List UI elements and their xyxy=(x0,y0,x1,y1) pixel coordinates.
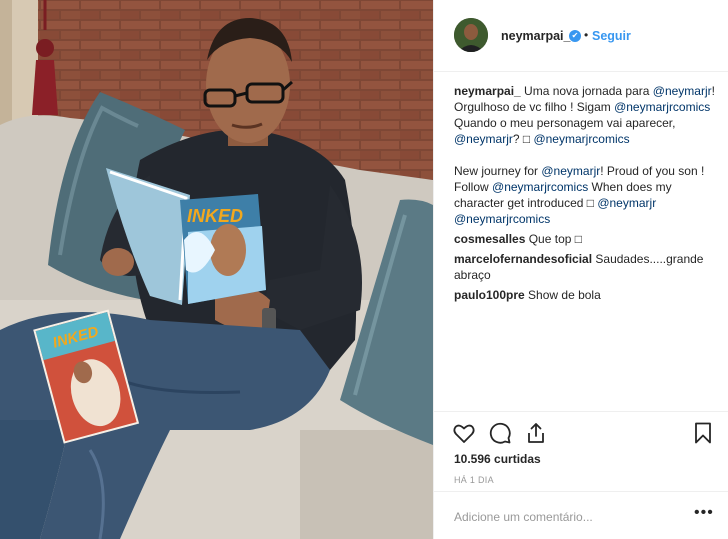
caption-text: Quando o meu personagem vai aparecer, xyxy=(454,116,676,130)
mention-link[interactable]: @neymarjr xyxy=(653,84,712,98)
comment-bubble-icon[interactable] xyxy=(488,421,512,445)
caption-text: ? □ xyxy=(512,132,534,146)
post-actions: 10.596 curtidas HÁ 1 DIA xyxy=(434,411,728,490)
instagram-post: INKED INKED neymarpai_ ✔ • Seguir neymar… xyxy=(0,0,728,539)
post-photo[interactable]: INKED INKED xyxy=(0,0,433,539)
header-separator: • xyxy=(584,28,589,42)
verified-check-icon: ✔ xyxy=(569,30,581,42)
avatar-image xyxy=(454,18,488,52)
header-username[interactable]: neymarpai_ xyxy=(501,29,570,43)
follow-button[interactable]: Seguir xyxy=(592,29,631,43)
avatar[interactable] xyxy=(454,18,488,52)
photo-illustration: INKED INKED xyxy=(0,0,433,539)
caption-text: Uma nova jornada para xyxy=(520,84,653,98)
bookmark-icon[interactable] xyxy=(691,421,715,445)
mention-link[interactable]: @neymarjrcomics xyxy=(492,180,588,194)
comment-item: paulo100pre Show de bola xyxy=(454,287,716,303)
comment-username[interactable]: paulo100pre xyxy=(454,288,525,302)
share-icon[interactable] xyxy=(524,421,548,445)
heart-icon[interactable] xyxy=(452,421,476,445)
post-side-panel: neymarpai_ ✔ • Seguir neymarpai_ Uma nov… xyxy=(433,0,728,539)
comment-text: Show de bola xyxy=(524,288,601,302)
mention-link[interactable]: @neymarjrcomics xyxy=(614,100,710,114)
caption-text: New journey for xyxy=(454,164,542,178)
comment-text: Que top □ xyxy=(525,232,583,246)
comment-username[interactable]: cosmesalles xyxy=(454,232,525,246)
mention-link[interactable]: @neymarjrcomics xyxy=(454,212,550,226)
add-comment-bar: Adicione um comentário... ••• xyxy=(434,491,728,539)
add-comment-input[interactable]: Adicione um comentário... xyxy=(454,510,593,524)
mention-link[interactable]: @neymarjr xyxy=(597,196,656,210)
mention-link[interactable]: @neymarjrcomics xyxy=(533,132,629,146)
caption: neymarpai_ Uma nova jornada para @neymar… xyxy=(454,83,716,147)
caption-english: New journey for @neymarjr! Proud of you … xyxy=(454,163,716,227)
post-header: neymarpai_ ✔ • Seguir xyxy=(434,0,728,72)
comment-item: cosmesalles Que top □ xyxy=(454,231,716,247)
comments-list: neymarpai_ Uma nova jornada para @neymar… xyxy=(454,83,716,303)
caption-username[interactable]: neymarpai_ xyxy=(454,84,521,98)
comic-title-main: INKED xyxy=(187,206,243,226)
comment-item: marcelofernandesoficial Saudades.....gra… xyxy=(454,251,716,283)
likes-count[interactable]: 10.596 curtidas xyxy=(454,452,541,466)
mention-link[interactable]: @neymarjr xyxy=(541,164,600,178)
more-options-icon[interactable]: ••• xyxy=(694,504,714,522)
post-timestamp[interactable]: HÁ 1 DIA xyxy=(454,475,494,485)
mention-link[interactable]: @neymarjr xyxy=(454,132,513,146)
comment-username[interactable]: marcelofernandesoficial xyxy=(454,252,592,266)
